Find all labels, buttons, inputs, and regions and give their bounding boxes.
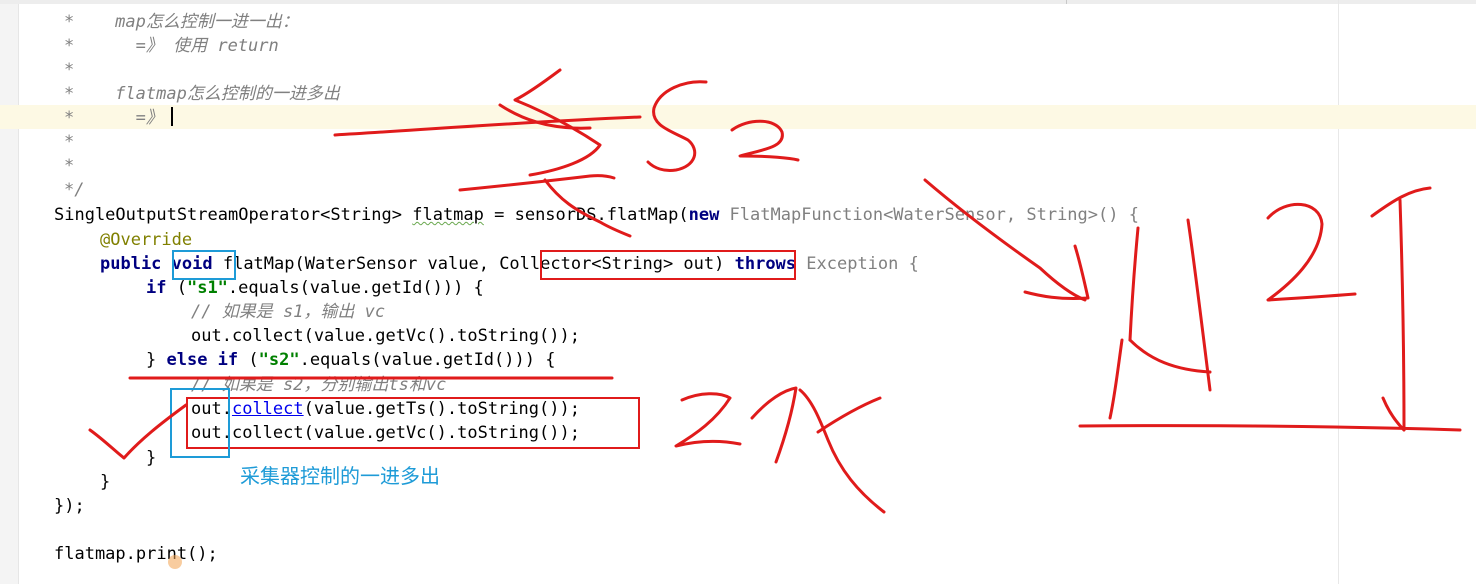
override-annotation: @Override xyxy=(100,230,193,250)
method-close-brace: } xyxy=(100,472,111,492)
flatmap-declaration: SingleOutputStreamOperator<String> flatm… xyxy=(54,203,1139,227)
public-keyword: public xyxy=(100,254,172,274)
ink-stroke-22 xyxy=(750,386,798,464)
collector-highlight-box xyxy=(540,250,796,280)
s1-literal: "s1" xyxy=(186,278,228,298)
editor-gutter xyxy=(0,0,19,584)
comment-line-6: * xyxy=(64,132,75,152)
ink-stroke-13 xyxy=(1108,338,1124,420)
comment-line-7: * xyxy=(64,156,75,176)
mouse-cursor xyxy=(168,555,182,569)
class-close: }); xyxy=(54,496,85,516)
ink-stroke-23 xyxy=(798,388,886,514)
else-rest: .equals(value.getId())) { xyxy=(299,350,556,370)
exception-type: Exception { xyxy=(806,254,919,274)
comment-line-4: * flatmap怎么控制的一进多出 xyxy=(64,84,340,104)
editor-top-border xyxy=(0,0,1476,4)
out-highlight-box xyxy=(170,388,230,458)
ink-stroke-11 xyxy=(1128,338,1212,374)
collector-note: 采集器控制的一进多出 xyxy=(240,464,440,488)
else-if-keyword: else if xyxy=(166,350,239,370)
ink-stroke-5 xyxy=(458,174,616,192)
ink-stroke-17 xyxy=(1381,396,1406,432)
top-scroll-marker xyxy=(1066,0,1067,4)
decl-prefix: SingleOutputStreamOperator<String> xyxy=(54,205,413,225)
ink-stroke-15 xyxy=(1370,186,1432,218)
void-highlight-box xyxy=(172,250,236,280)
collect-vc-line-1: out.collect(value.getVc().toString()); xyxy=(191,326,580,346)
decl-mid: = sensorDS.flatMap( xyxy=(483,205,689,225)
ink-stroke-16 xyxy=(1398,198,1406,432)
ink-stroke-18 xyxy=(1078,424,1462,432)
method-sig: flatMap(WaterSensor value, xyxy=(212,254,500,274)
ink-stroke-10 xyxy=(1128,226,1140,342)
ink-stroke-12 xyxy=(1186,218,1212,392)
if-rest: .equals(value.getId())) { xyxy=(227,278,484,298)
comment-s1: // 如果是 s1，输出 vc xyxy=(191,302,386,322)
comment-line-2: * =》 使用 return xyxy=(64,36,279,56)
text-caret xyxy=(170,107,173,126)
if-open: ( xyxy=(166,278,187,298)
else-paren: ( xyxy=(238,350,259,370)
ink-stroke-24 xyxy=(816,396,882,434)
comment-line-5-text: * =》 xyxy=(64,108,163,128)
ink-stroke-21 xyxy=(674,392,742,448)
comment-line-3: * xyxy=(64,60,75,80)
if-keyword: if xyxy=(146,278,167,298)
current-line-highlight xyxy=(0,105,1476,129)
decl-var: flatmap xyxy=(412,205,484,225)
new-keyword: new xyxy=(688,205,730,225)
ink-stroke-14 xyxy=(1266,203,1357,302)
else-open: } xyxy=(146,350,167,370)
ink-stroke-9 xyxy=(1023,244,1090,300)
s2-literal: "s2" xyxy=(258,350,300,370)
decl-type: FlatMapFunction<WaterSensor, String>() { xyxy=(729,205,1139,225)
collect-calls-box xyxy=(186,397,640,449)
comment-close: */ xyxy=(64,180,85,200)
comment-line-1: * map怎么控制一进一出： xyxy=(64,12,299,32)
comment-line-5: * =》 xyxy=(64,106,173,130)
print-line: flatmap.print(); xyxy=(54,544,218,564)
if-close-brace: } xyxy=(146,448,157,468)
right-margin-guide xyxy=(1338,0,1339,584)
else-if-s2-line: } else if ("s2".equals(value.getId())) { xyxy=(146,348,555,372)
ink-stroke-8 xyxy=(923,178,1087,302)
